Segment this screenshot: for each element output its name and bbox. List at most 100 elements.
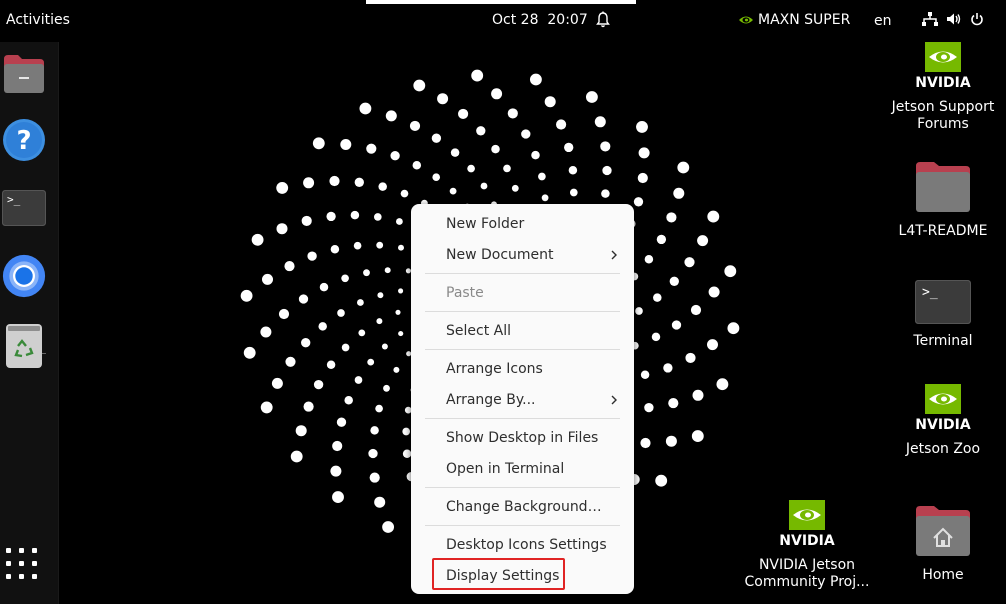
spiral-dot [285, 356, 296, 367]
language-indicator[interactable]: en [874, 13, 892, 29]
spiral-dot [544, 96, 556, 108]
spiral-dot [585, 91, 598, 103]
spiral-dot [684, 257, 695, 268]
dock-trash[interactable] [2, 324, 46, 368]
desktop-icon-nvidia-jetson-community-projects[interactable]: NVIDIA NVIDIA Jetson Community Proj... [740, 500, 874, 591]
spiral-dot [398, 331, 404, 337]
menu-separator [425, 349, 620, 350]
spiral-dot [278, 308, 290, 320]
chevron-right-icon [611, 250, 617, 260]
menu-item-change-background[interactable]: Change Background… [446, 497, 602, 517]
spiral-dot [692, 389, 704, 401]
menu-separator [425, 418, 620, 419]
svg-text:?: ? [16, 126, 31, 156]
spiral-dot [491, 88, 503, 100]
spiral-dot [471, 69, 484, 82]
spiral-dot [458, 108, 469, 119]
dock: ? >_ [0, 42, 59, 604]
spiral-dot [295, 425, 307, 437]
nvidia-wordmark: NVIDIA [779, 533, 835, 548]
desktop-icon-home[interactable]: Home [886, 504, 1000, 584]
dock-terminal[interactable]: >_ [2, 186, 46, 230]
menu-item-new-document[interactable]: New Document [446, 245, 554, 265]
show-apps-button[interactable] [4, 546, 40, 582]
activities-button[interactable]: Activities [6, 12, 70, 28]
spiral-dot [449, 187, 457, 195]
top-bar: Activities Oct 28 20:07 MAXN SUPER en [0, 0, 1006, 42]
menu-item-desktop-icons-settings[interactable]: Desktop Icons Settings [446, 535, 607, 555]
menu-item-select-all[interactable]: Select All [446, 321, 511, 341]
spiral-dot [332, 491, 344, 504]
spiral-dot [395, 309, 401, 315]
power-mode-indicator[interactable]: MAXN SUPER [738, 12, 850, 28]
desktop-icon-label: Jetson Zoo [905, 441, 981, 457]
spiral-dot [644, 402, 654, 413]
spiral-dot [602, 165, 612, 176]
spiral-dot [319, 282, 329, 292]
desktop-icon-l4t-readme[interactable]: L4T-README [886, 160, 1000, 240]
spiral-dot [724, 265, 737, 278]
desktop-icon-label: Community Proj... [744, 574, 870, 590]
menu-item-arrange-by[interactable]: Arrange By... [446, 390, 536, 410]
spiral-dot [538, 172, 546, 181]
spiral-dot [450, 148, 460, 157]
spiral-dot [677, 161, 690, 174]
desktop-icon-label: Terminal [913, 333, 973, 349]
spiral-dot [354, 376, 363, 384]
dock-files[interactable] [2, 52, 46, 96]
spiral-dot [569, 188, 578, 197]
desktop-icon-jetson-zoo[interactable]: NVIDIA Jetson Zoo [886, 384, 1000, 458]
spiral-dot [260, 326, 272, 338]
spiral-dot [651, 332, 661, 342]
menu-item-show-desktop-in-files[interactable]: Show Desktop in Files [446, 428, 598, 448]
spiral-dot [303, 401, 314, 412]
folder-icon [4, 55, 44, 93]
dock-chromium[interactable] [2, 254, 46, 298]
spiral-dot [564, 142, 574, 153]
bell-icon[interactable] [596, 11, 610, 33]
menu-item-open-in-terminal[interactable]: Open in Terminal [446, 459, 564, 479]
spiral-dot [640, 437, 651, 449]
spiral-dot [690, 304, 702, 316]
spiral-dot [383, 384, 390, 392]
spiral-dot [432, 173, 441, 182]
spiral-dot [398, 288, 404, 294]
spiral-dot [600, 141, 611, 152]
spiral-dot [409, 120, 421, 131]
svg-text:>_: >_ [7, 193, 21, 206]
spiral-dot [376, 241, 384, 249]
clock[interactable]: Oct 28 20:07 [492, 12, 588, 28]
spiral-dot [691, 430, 704, 443]
menu-separator [425, 273, 620, 274]
spiral-dot [271, 377, 283, 389]
spiral-dot [431, 133, 442, 143]
spiral-dot [541, 194, 549, 202]
spiral-dot [260, 401, 273, 414]
spiral-dot [412, 161, 422, 170]
spiral-dot [400, 189, 409, 198]
spiral-dot [663, 363, 673, 373]
desktop-icon-terminal[interactable]: >_ Terminal [886, 280, 1000, 350]
spiral-dot [318, 322, 327, 331]
spiral-dot [377, 292, 384, 299]
dock-help[interactable]: ? [2, 118, 46, 162]
menu-item-new-folder[interactable]: New Folder [446, 214, 524, 234]
highlight-box [432, 558, 565, 590]
chevron-right-icon [611, 395, 617, 405]
menu-item-paste: Paste [446, 285, 484, 301]
menu-item-arrange-icons[interactable]: Arrange Icons [446, 359, 543, 379]
nvidia-logo-icon: NVIDIA [915, 42, 971, 91]
spiral-dot [467, 164, 475, 173]
network-icon [922, 12, 938, 26]
system-tray[interactable] [922, 12, 984, 26]
spiral-dot [385, 110, 397, 122]
apps-grid-icon [6, 548, 37, 579]
spiral-dot [284, 261, 295, 272]
spiral-dot [707, 210, 720, 223]
desktop-icon-label: Jetson Support [891, 99, 995, 115]
desktop-icon-jetson-support-forums[interactable]: NVIDIA Jetson Support Forums [886, 42, 1000, 133]
spiral-dot [656, 234, 667, 245]
spiral-dot [357, 299, 364, 306]
spiral-dot [290, 450, 303, 463]
spiral-dot [511, 184, 519, 192]
